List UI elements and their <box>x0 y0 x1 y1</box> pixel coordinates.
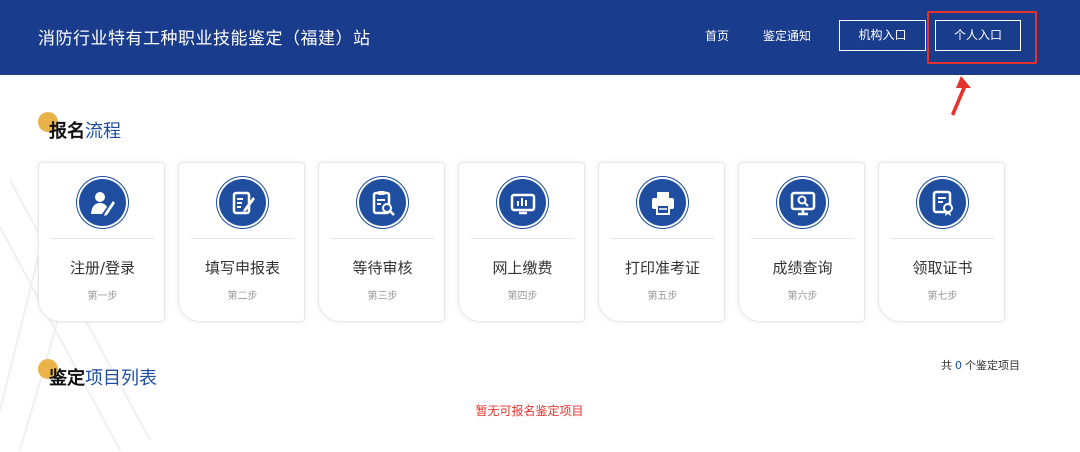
project-count: 共 0 个鉴定项目 <box>941 357 1020 373</box>
step-number: 第四步 <box>507 291 538 302</box>
list-title-part-a: 鉴定 <box>49 368 85 389</box>
step-name: 填写申报表 <box>204 259 280 277</box>
step-card-print-ticket[interactable]: 打印准考证 第五步 <box>598 162 725 322</box>
count-value: 0 <box>955 359 962 372</box>
project-list-section-title: 鉴定项目列表 <box>38 359 157 390</box>
count-suffix: 个鉴定项目 <box>965 359 1020 372</box>
step-divider <box>611 238 714 239</box>
step-name: 成绩查询 <box>772 259 833 277</box>
org-entry-button[interactable]: 机构入口 <box>839 20 926 51</box>
top-header: 消防行业特有工种职业技能鉴定（福建）站 首页 鉴定通知 机构入口 个人入口 <box>0 0 1080 75</box>
step-number: 第六步 <box>787 291 818 302</box>
step-divider <box>471 238 574 239</box>
step-number: 第五步 <box>647 291 678 302</box>
empty-list-message: 暂无可报名鉴定项目 <box>475 404 584 418</box>
step-card-review[interactable]: 等待审核 第三步 <box>318 162 445 322</box>
step-number: 第二步 <box>227 291 258 302</box>
count-prefix: 共 <box>941 359 952 372</box>
step-name: 打印准考证 <box>624 259 700 277</box>
step-card-fill-form[interactable]: 填写申报表 第二步 <box>178 162 305 322</box>
clipboard-search-icon <box>359 179 406 226</box>
step-number: 第一步 <box>87 291 118 302</box>
step-card-payment[interactable]: 网上缴费 第四步 <box>458 162 585 322</box>
list-title-part-b: 项目列表 <box>85 368 157 389</box>
process-title-part-a: 报名 <box>49 121 85 142</box>
printer-icon <box>639 179 686 226</box>
step-divider <box>51 238 154 239</box>
user-edit-icon <box>79 179 126 226</box>
nav-home-link[interactable]: 首页 <box>705 27 729 44</box>
form-edit-icon <box>219 179 266 226</box>
step-card-register[interactable]: 注册/登录 第一步 <box>38 162 165 322</box>
step-divider <box>191 238 294 239</box>
step-name: 网上缴费 <box>492 259 553 277</box>
online-payment-icon <box>499 179 546 226</box>
step-card-score-query[interactable]: 成绩查询 第六步 <box>738 162 865 322</box>
certificate-icon <box>919 179 966 226</box>
process-title-part-b: 流程 <box>85 121 121 142</box>
monitor-search-icon <box>779 179 826 226</box>
process-section-title: 报名流程 <box>38 112 121 143</box>
step-number: 第三步 <box>367 291 398 302</box>
site-title: 消防行业特有工种职业技能鉴定（福建）站 <box>38 29 371 49</box>
step-divider <box>331 238 434 239</box>
step-name: 领取证书 <box>912 259 973 277</box>
step-divider <box>751 238 854 239</box>
highlight-annotation-box <box>927 11 1037 64</box>
step-name: 等待审核 <box>352 259 413 277</box>
step-number: 第七步 <box>927 291 958 302</box>
step-name: 注册/登录 <box>69 259 136 277</box>
step-divider <box>891 238 994 239</box>
annotation-arrow-icon <box>951 76 971 116</box>
nav-notice-link[interactable]: 鉴定通知 <box>763 27 811 44</box>
step-card-certificate[interactable]: 领取证书 第七步 <box>878 162 1005 322</box>
